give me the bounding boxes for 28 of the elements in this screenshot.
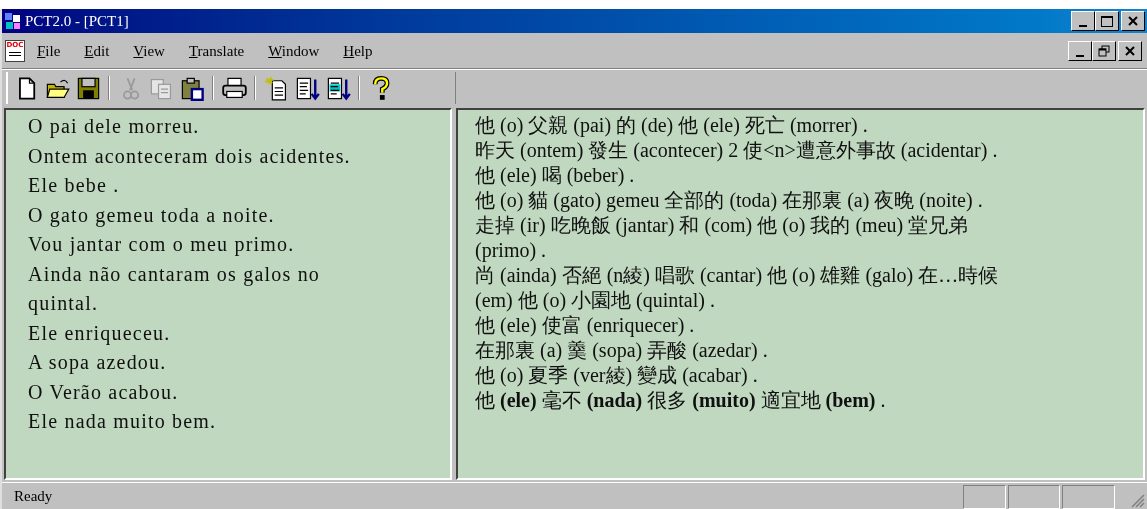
translated-sentence: 走掉 (ir) 吃晚飯 (jantar) 和 (com) 他 (o) 我的 (meu) 堂兄弟 (primo) .	[475, 213, 970, 263]
status-text: Ready	[13, 486, 53, 506]
translated-sentence: 他 (ele) 毫不 (nada) 很多 (muito) 適宜地 (bem) .	[475, 388, 886, 413]
translated-sentence: 他 (o) 夏季 (ver綾) 變成 (acabar) .	[475, 363, 758, 388]
menu-item[interactable]: View	[127, 40, 171, 61]
source-sentence: Ele bebe .	[28, 173, 121, 198]
source-sentence: Vou jantar com o meu primo.	[28, 232, 296, 258]
source-sentence: Ainda não cantaram os galos no quintal.	[28, 261, 322, 317]
menu-item[interactable]: File	[31, 40, 67, 61]
translated-sentence: 他 (o) 貓 (gato) gemeu 全部的 (toda) 在那裏 (a) 夜晚 (noite) .	[475, 188, 983, 213]
source-sentence: Ele nada muito bem.	[28, 409, 218, 434]
source-sentence: O gato gemeu toda a noite.	[28, 202, 276, 229]
translated-sentence: 尚 (ainda) 否絕 (n綾) 唱歌 (cantar) 他 (o) 雄雞 (galo) 在…時候 (em) 他 (o) 小園地 (quintal) .	[475, 263, 1000, 313]
translated-sentence: 他 (o) 父親 (pai) 的 (de) 他 (ele) 死亡 (morrer) .	[475, 113, 868, 138]
translated-sentence: 在那裏 (a) 羹 (sopa) 弄酸 (azedar) .	[475, 338, 768, 363]
source-sentence: O Verão acabou.	[28, 379, 180, 405]
window-title: PCT2.0 - [PCT1]	[25, 13, 129, 29]
translated-sentence: 他 (ele) 使富 (enriquecer) .	[475, 313, 695, 338]
menu-item[interactable]: Window	[262, 40, 326, 61]
source-sentence: O pai dele morreu.	[28, 114, 201, 140]
translated-sentence: 他 (ele) 喝 (beber) .	[475, 163, 635, 188]
menu-item[interactable]: Translate	[182, 40, 251, 61]
source-sentence: A sopa azedou.	[28, 350, 168, 376]
menu-item[interactable]: Edit	[78, 40, 116, 61]
source-sentence: Ontem aconteceram dois acidentes.	[28, 143, 352, 169]
translated-sentence: 昨天 (ontem) 發生 (acontecer) 2 使<n>遭意外事故 (acidentar) .	[475, 138, 998, 163]
menu-item[interactable]: Help	[337, 40, 379, 61]
source-sentence: Ele enriqueceu.	[28, 320, 172, 347]
